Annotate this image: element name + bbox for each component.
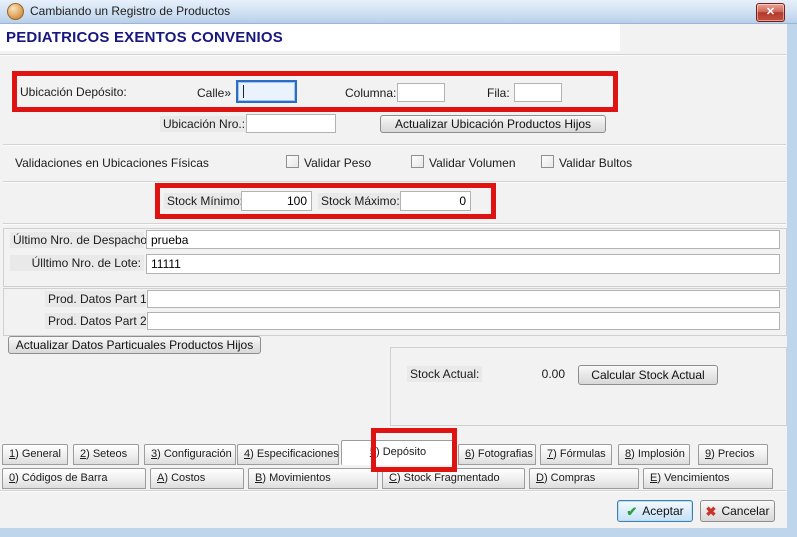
divider <box>0 490 786 492</box>
stock-actual-label: Stock Actual: <box>407 366 482 382</box>
ubicacion-nro-label: Ubicación Nro.: <box>160 116 248 132</box>
tab-7[interactable]: 7) Fórmulas <box>540 444 612 465</box>
lote-label: Úlltimo Nro. de Lote: <box>10 255 144 271</box>
prod-datos-part2-label: Prod. Datos Part 2: <box>45 313 146 329</box>
columna-input[interactable] <box>397 83 445 102</box>
fila-input[interactable] <box>514 83 562 102</box>
validar-volumen-label: Validar Volumen <box>429 156 516 170</box>
tab-2[interactable]: 2) Seteos <box>73 444 139 465</box>
close-button[interactable]: ✕ <box>756 3 785 22</box>
tab-5[interactable]: 5) Depósito <box>341 440 455 465</box>
divider <box>3 223 786 225</box>
despacho-label: Último Nro. de Despacho: <box>10 232 144 248</box>
validaciones-label: Validaciones en Ubicaciones Físicas <box>15 156 209 170</box>
stock-maximo-label: Stock Máximo: <box>318 193 403 209</box>
prod-datos-part1-label: Prod. Datos Part 1: <box>45 291 146 307</box>
tab-6[interactable]: 6) Fotografias <box>458 444 536 465</box>
page-title: PEDIATRICOS EXENTOS CONVENIOS <box>6 24 283 51</box>
prod-datos-part1-input[interactable] <box>147 290 780 308</box>
tab-3[interactable]: 3) Configuración <box>144 444 236 465</box>
calcular-stock-actual-button[interactable]: Calcular Stock Actual <box>578 365 718 385</box>
stock-minimo-label: Stock Mínimo: <box>164 193 246 209</box>
x-icon: ✖ <box>706 504 717 519</box>
cancelar-button[interactable]: ✖ Cancelar <box>700 500 775 522</box>
validar-volumen-checkbox[interactable] <box>411 155 424 168</box>
ubicacion-nro-input[interactable] <box>246 114 336 133</box>
calle-input[interactable] <box>236 80 297 103</box>
check-icon: ✔ <box>626 504 637 519</box>
app-icon <box>7 3 24 20</box>
window-title: Cambiando un Registro de Productos <box>30 0 230 23</box>
window-frame-right <box>787 24 797 537</box>
stock-minimo-input[interactable] <box>241 191 312 211</box>
validar-bultos-checkbox[interactable] <box>541 155 554 168</box>
tab-4[interactable]: 4) Especificaciones <box>237 444 339 465</box>
divider <box>0 54 786 56</box>
validar-bultos-label: Validar Bultos <box>559 156 632 170</box>
aceptar-button[interactable]: ✔ Aceptar <box>617 500 693 522</box>
columna-label: Columna: <box>345 86 396 100</box>
validar-peso-label: Validar Peso <box>304 156 371 170</box>
actualizar-datos-particulares-button[interactable]: Actualizar Datos Particuales Productos H… <box>8 336 261 354</box>
stock-maximo-input[interactable] <box>400 191 471 211</box>
tab-1[interactable]: 1) General <box>2 444 68 465</box>
stock-actual-value: 0.00 <box>520 367 565 381</box>
window-frame-bottom <box>0 528 797 537</box>
divider <box>3 181 786 183</box>
actualizar-ubicacion-button[interactable]: Actualizar Ubicación Productos Hijos <box>380 115 606 133</box>
dialog-window: Cambiando un Registro de Productos ✕ PED… <box>0 0 797 537</box>
tab-0[interactable]: 0) Códigos de Barra <box>2 468 146 489</box>
divider <box>3 144 786 146</box>
tab-8[interactable]: 8) Implosión <box>618 444 690 465</box>
lote-input[interactable] <box>146 254 780 274</box>
close-icon: ✕ <box>766 6 775 18</box>
aceptar-label: Aceptar <box>642 504 683 518</box>
tab-d[interactable]: D) Compras <box>529 468 639 489</box>
validar-peso-checkbox[interactable] <box>286 155 299 168</box>
tab-e[interactable]: E) Vencimientos <box>643 468 773 489</box>
tab-b[interactable]: B) Movimientos <box>248 468 378 489</box>
tab-a[interactable]: A) Costos <box>150 468 244 489</box>
tab-c[interactable]: C) Stock Fragmentado <box>382 468 525 489</box>
ubicacion-deposito-label: Ubicación Depósito: <box>20 85 127 99</box>
text-caret <box>243 85 244 98</box>
title-bar: Cambiando un Registro de Productos ✕ <box>0 0 797 24</box>
prod-datos-part2-input[interactable] <box>147 312 780 330</box>
tab-9[interactable]: 9) Precios <box>698 444 768 465</box>
calle-label: Calle» <box>197 86 231 100</box>
despacho-input[interactable] <box>146 230 780 249</box>
stock-actual-groupbox <box>390 347 787 426</box>
cancelar-label: Cancelar <box>721 504 769 518</box>
fila-label: Fila: <box>487 86 510 100</box>
